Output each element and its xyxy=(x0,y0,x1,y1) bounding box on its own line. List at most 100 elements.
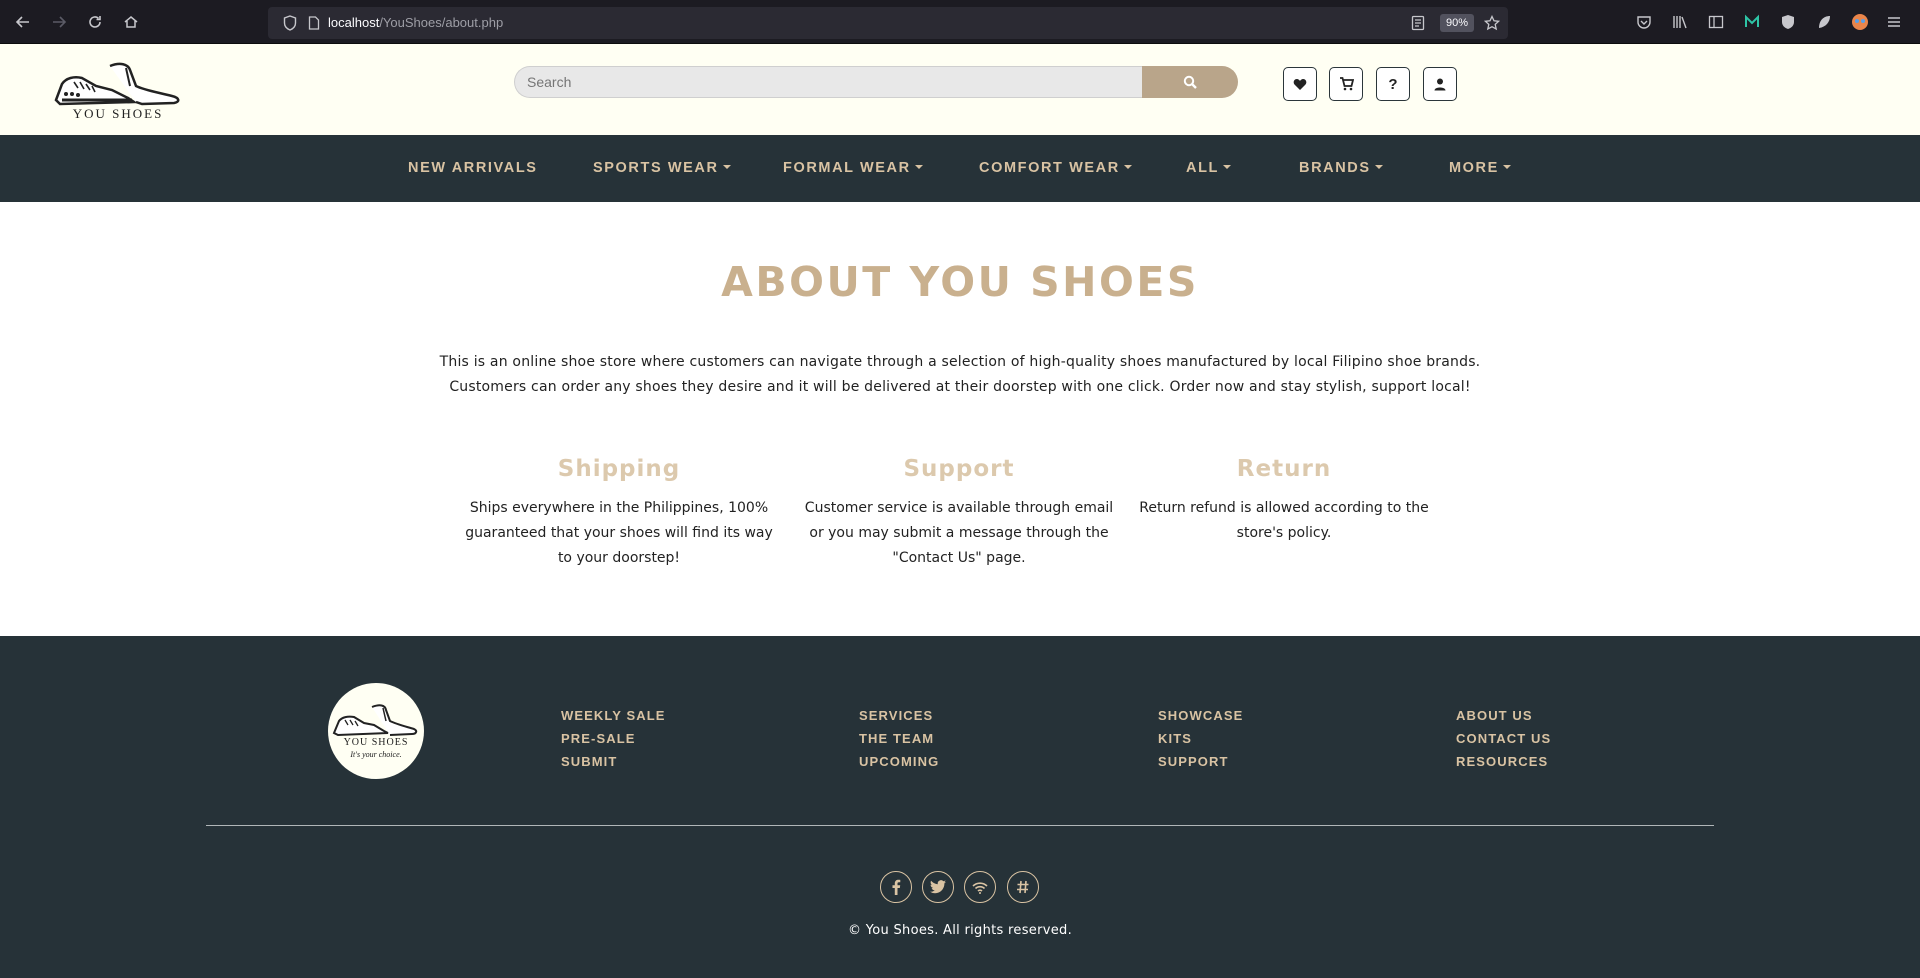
footer-link-weekly-sale[interactable]: WEEKLY SALE xyxy=(561,704,666,727)
caret-down-icon xyxy=(914,165,923,169)
footer-logo[interactable]: YOU SHOES It's your choice. xyxy=(328,683,424,779)
nav-label: BRANDS xyxy=(1299,160,1371,176)
bookmark-star-icon[interactable] xyxy=(1482,13,1502,33)
twitter-icon xyxy=(930,880,946,894)
nav-brands[interactable]: BRANDS xyxy=(1299,160,1383,176)
footer-column: SERVICES THE TEAM UPCOMING xyxy=(859,704,939,773)
caret-down-icon xyxy=(1123,165,1132,169)
search-bar xyxy=(514,66,1238,98)
main-nav: NEW ARRIVALS SPORTS WEAR FORMAL WEAR COM… xyxy=(0,135,1920,202)
footer-link-the-team[interactable]: THE TEAM xyxy=(859,727,939,750)
site-logo[interactable]: YOU SHOES xyxy=(52,56,184,128)
pocket-icon[interactable] xyxy=(1634,12,1654,32)
footer-link-submit[interactable]: SUBMIT xyxy=(561,750,666,773)
nav-all[interactable]: ALL xyxy=(1186,160,1231,176)
nav-formal-wear[interactable]: FORMAL WEAR xyxy=(783,160,923,176)
cart-button[interactable] xyxy=(1329,67,1363,101)
url-text[interactable]: localhost/YouShoes/about.php xyxy=(328,15,503,30)
search-input[interactable] xyxy=(514,66,1142,98)
nav-label: COMFORT WEAR xyxy=(979,160,1120,176)
footer-link-resources[interactable]: RESOURCES xyxy=(1456,750,1551,773)
library-icon[interactable] xyxy=(1670,12,1690,32)
url-host: localhost xyxy=(328,15,380,30)
logo-text: YOU SHOES xyxy=(72,106,164,121)
footer-logo-text: YOU SHOES xyxy=(343,737,409,748)
url-path: /YouShoes/about.php xyxy=(379,15,504,30)
footer-logo-tagline: It's your choice. xyxy=(350,750,402,759)
feature-support: Support Customer service is available th… xyxy=(799,456,1119,571)
footer-link-support[interactable]: SUPPORT xyxy=(1158,750,1243,773)
profile-avatar-icon[interactable] xyxy=(1850,12,1870,32)
zoom-level[interactable]: 90% xyxy=(1440,14,1474,32)
feature-title: Return xyxy=(1236,456,1332,482)
shoe-logo-icon xyxy=(54,62,180,106)
shield-icon[interactable] xyxy=(280,13,300,33)
search-button[interactable] xyxy=(1142,66,1238,98)
address-bar[interactable]: localhost/YouShoes/about.php 90% xyxy=(268,7,1508,39)
feature-title: Support xyxy=(903,456,1015,482)
footer-link-upcoming[interactable]: UPCOMING xyxy=(859,750,939,773)
menu-icon[interactable] xyxy=(1884,12,1904,32)
footer-column: ABOUT US CONTACT US RESOURCES xyxy=(1456,704,1551,773)
help-icon: ? xyxy=(1388,75,1398,93)
nav-label: ALL xyxy=(1186,160,1219,176)
footer-column: SHOWCASE KITS SUPPORT xyxy=(1158,704,1243,773)
extension-shield-icon[interactable] xyxy=(1778,12,1798,32)
footer-link-about-us[interactable]: ABOUT US xyxy=(1456,704,1551,727)
site-footer: YOU SHOES It's your choice. WEEKLY SALE … xyxy=(0,636,1920,978)
user-icon xyxy=(1434,78,1446,90)
hashtag-icon xyxy=(1017,880,1029,894)
nav-label: FORMAL WEAR xyxy=(783,160,911,176)
feature-text: Customer service is available through em… xyxy=(804,500,1114,566)
footer-link-contact-us[interactable]: CONTACT US xyxy=(1456,727,1551,750)
wifi-icon xyxy=(972,881,988,894)
wishlist-button[interactable] xyxy=(1283,67,1317,101)
page-title: ABOUT YOU SHOES xyxy=(721,258,1199,306)
caret-down-icon xyxy=(1374,165,1383,169)
site-header: YOU SHOES ? xyxy=(0,44,1920,135)
account-button[interactable] xyxy=(1423,67,1457,101)
reload-icon[interactable] xyxy=(84,11,106,33)
reader-view-icon[interactable] xyxy=(1408,13,1428,33)
page-icon xyxy=(304,13,324,33)
nav-label: SPORTS WEAR xyxy=(593,160,719,176)
sidebar-icon[interactable] xyxy=(1706,12,1726,32)
extension-m-icon[interactable] xyxy=(1742,12,1762,32)
footer-column: WEEKLY SALE PRE-SALE SUBMIT xyxy=(561,704,666,773)
back-icon[interactable] xyxy=(12,11,34,33)
footer-link-showcase[interactable]: SHOWCASE xyxy=(1158,704,1243,727)
help-button[interactable]: ? xyxy=(1376,67,1410,101)
facebook-icon xyxy=(892,879,901,895)
browser-toolbar: localhost/YouShoes/about.php 90% xyxy=(0,0,1920,44)
heart-icon xyxy=(1293,78,1307,90)
feature-title: Shipping xyxy=(557,456,681,482)
hashtag-button[interactable] xyxy=(1007,871,1039,903)
nav-comfort-wear[interactable]: COMFORT WEAR xyxy=(979,160,1132,176)
feature-text: Return refund is allowed according to th… xyxy=(1139,500,1429,541)
about-description-line: Customers can order any shoes they desir… xyxy=(449,379,1471,395)
feature-return: Return Return refund is allowed accordin… xyxy=(1139,456,1429,546)
feature-text: Ships everywhere in the Philippines, 100… xyxy=(465,500,773,566)
nav-label: MORE xyxy=(1449,160,1499,176)
footer-link-services[interactable]: SERVICES xyxy=(859,704,939,727)
footer-divider xyxy=(206,825,1714,826)
nav-new-arrivals[interactable]: NEW ARRIVALS xyxy=(408,160,538,176)
wifi-button[interactable] xyxy=(964,871,996,903)
home-icon[interactable] xyxy=(120,11,142,33)
facebook-button[interactable] xyxy=(880,871,912,903)
footer-link-kits[interactable]: KITS xyxy=(1158,727,1243,750)
shoe-logo-icon xyxy=(332,704,418,737)
nav-sports-wear[interactable]: SPORTS WEAR xyxy=(593,160,731,176)
caret-down-icon xyxy=(722,165,731,169)
cart-icon xyxy=(1339,77,1354,91)
forward-icon[interactable] xyxy=(48,11,70,33)
twitter-button[interactable] xyxy=(922,871,954,903)
copyright-text: © You Shoes. All rights reserved. xyxy=(848,923,1072,938)
about-description-line: This is an online shoe store where custo… xyxy=(439,354,1481,370)
extension-leaf-icon[interactable] xyxy=(1814,12,1834,32)
feature-shipping: Shipping Ships everywhere in the Philipp… xyxy=(459,456,779,571)
footer-link-pre-sale[interactable]: PRE-SALE xyxy=(561,727,666,750)
caret-down-icon xyxy=(1223,165,1231,169)
nav-more[interactable]: MORE xyxy=(1449,160,1511,176)
nav-label: NEW ARRIVALS xyxy=(408,160,538,176)
